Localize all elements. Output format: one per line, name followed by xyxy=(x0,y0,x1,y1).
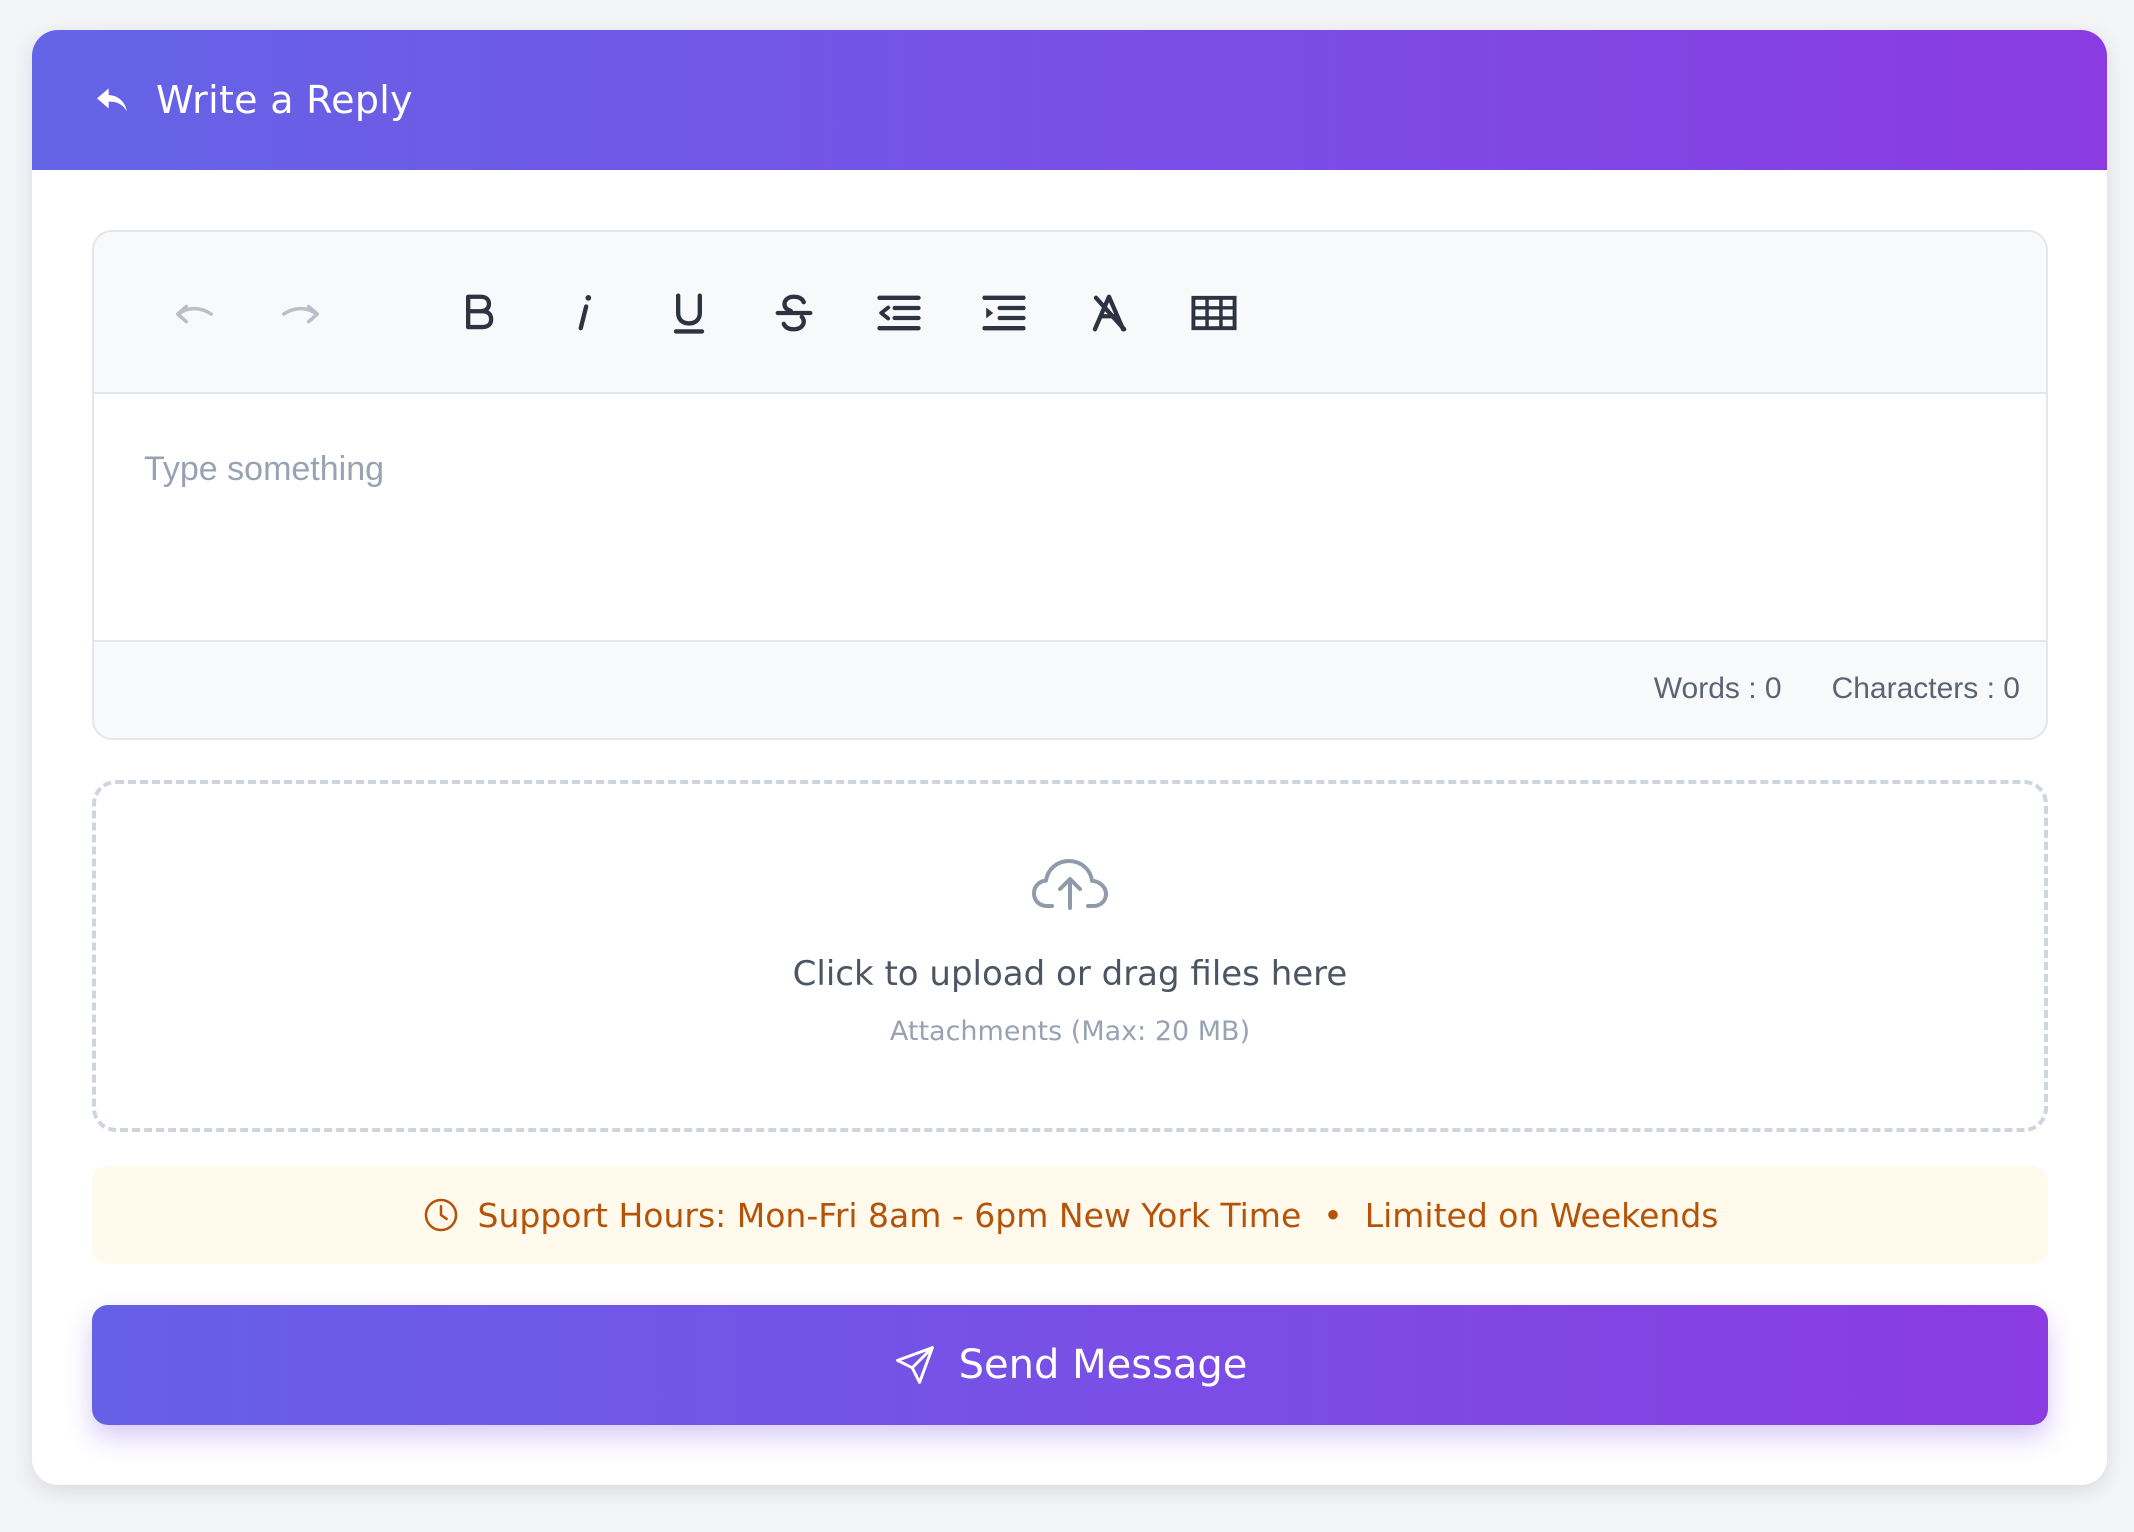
rich-text-editor: Words : 0 Characters : 0 xyxy=(92,230,2048,740)
upload-limit-hint: Attachments (Max: 20 MB) xyxy=(889,1016,1251,1047)
clock-icon xyxy=(422,1196,460,1234)
undo-button[interactable] xyxy=(164,282,226,344)
page-title: Write a Reply xyxy=(156,78,413,122)
notice-separator: • xyxy=(1323,1195,1343,1235)
outdent-button[interactable] xyxy=(868,282,930,344)
undo-icon xyxy=(175,304,213,324)
support-hours-text: Support Hours: Mon-Fri 8am - 6pm New Yor… xyxy=(477,1195,1302,1235)
reply-icon xyxy=(92,80,132,120)
italic-button[interactable] xyxy=(553,282,615,344)
editor-status-bar: Words : 0 Characters : 0 xyxy=(94,640,2046,738)
redo-icon xyxy=(282,304,320,324)
italic-icon xyxy=(578,295,592,331)
cloud-upload-icon xyxy=(1032,859,1108,910)
table-icon xyxy=(1191,295,1237,331)
reply-textarea[interactable] xyxy=(94,394,2046,640)
send-icon xyxy=(893,1343,937,1387)
editor-content-area xyxy=(94,394,2046,642)
editor-toolbar xyxy=(94,232,2046,394)
bold-button[interactable] xyxy=(448,282,510,344)
character-count: Characters : 0 xyxy=(1831,672,2020,705)
underline-button[interactable] xyxy=(658,282,720,344)
card-header: Write a Reply xyxy=(32,30,2107,170)
clear-formatting-icon xyxy=(1092,294,1127,332)
file-upload-dropzone[interactable]: Click to upload or drag files here Attac… xyxy=(92,780,2048,1132)
outdent-icon xyxy=(877,295,921,331)
weekend-availability-text: Limited on Weekends xyxy=(1364,1195,1719,1235)
indent-icon xyxy=(982,295,1026,331)
strikethrough-button[interactable] xyxy=(763,282,825,344)
word-count: Words : 0 xyxy=(1653,672,1782,705)
send-message-label: Send Message xyxy=(958,1342,1248,1388)
indent-button[interactable] xyxy=(973,282,1035,344)
clear-formatting-button[interactable] xyxy=(1078,282,1140,344)
table-button[interactable] xyxy=(1183,282,1245,344)
reply-card: Write a Reply Type something Words: 0 C… xyxy=(32,30,2107,1485)
underline-icon xyxy=(673,293,705,334)
send-message-button[interactable]: Send Message xyxy=(92,1305,2048,1425)
support-hours-notice: Support Hours: Mon-Fri 8am - 6pm New Yor… xyxy=(92,1166,2048,1264)
upload-instruction: Click to upload or drag files here xyxy=(792,954,1348,994)
redo-button[interactable] xyxy=(269,282,331,344)
strikethrough-icon xyxy=(775,294,813,332)
bold-icon xyxy=(466,294,494,330)
